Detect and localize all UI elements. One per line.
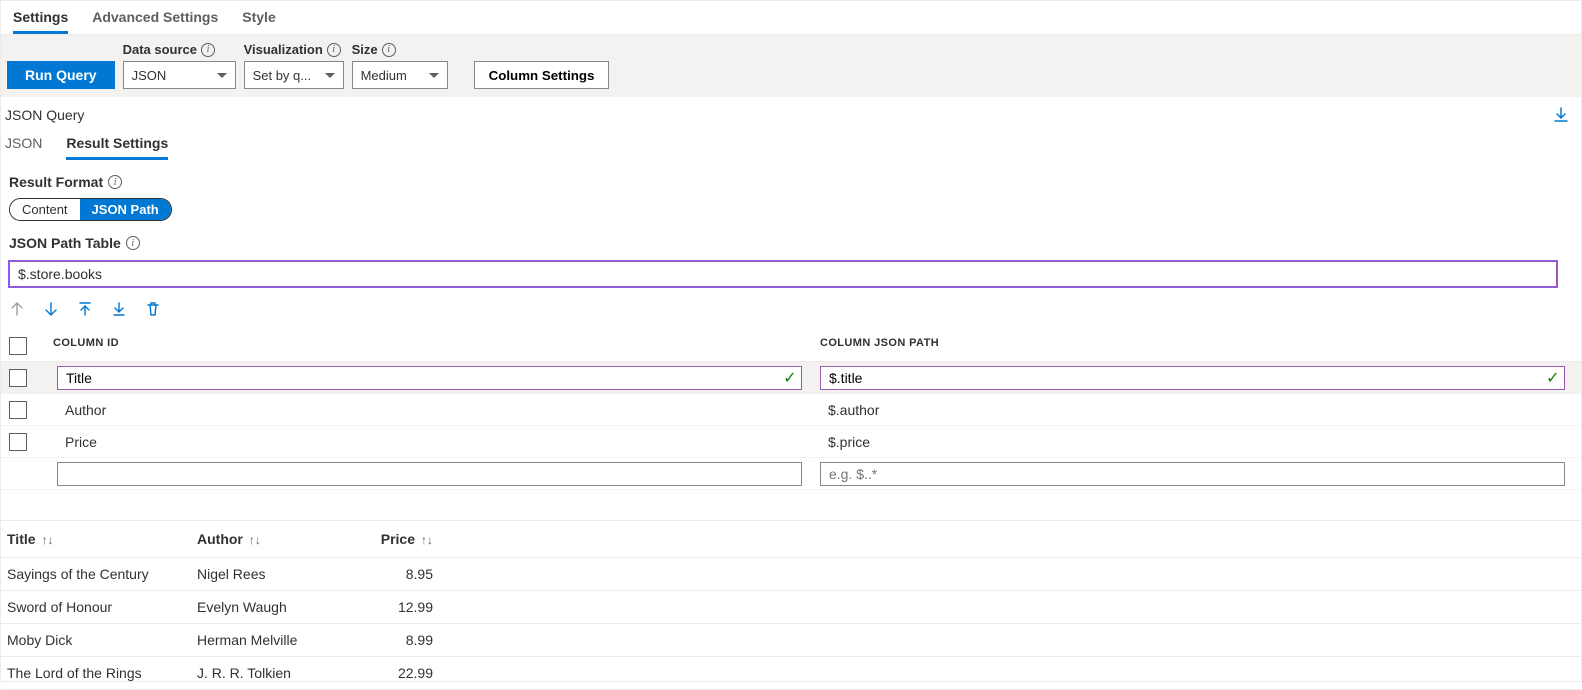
row-checkbox[interactable] — [9, 401, 27, 419]
result-row: Sayings of the Century Nigel Rees 8.95 — [1, 558, 1581, 591]
cell-title: Sword of Honour — [7, 599, 197, 615]
chevron-down-icon — [217, 73, 227, 78]
tab-advanced-settings[interactable]: Advanced Settings — [92, 9, 218, 34]
visualization-select[interactable]: Set by q... — [244, 61, 344, 89]
cell-price: 22.99 — [357, 665, 437, 681]
result-format-label: Result Format i — [9, 174, 1573, 190]
column-path-header: COLUMN JSON PATH — [820, 337, 1573, 355]
cell-author: Evelyn Waugh — [197, 599, 357, 615]
result-format-content[interactable]: Content — [10, 199, 80, 220]
row-action-bar — [1, 287, 1581, 331]
new-column-id-input[interactable] — [57, 462, 802, 486]
result-row: The Lord of the Rings J. R. R. Tolkien 2… — [1, 657, 1581, 690]
column-def-row[interactable]: Author $.author — [1, 394, 1581, 426]
cell-title: Moby Dick — [7, 632, 197, 648]
size-select[interactable]: Medium — [352, 61, 448, 89]
info-icon[interactable]: i — [108, 175, 122, 189]
select-all-checkbox[interactable] — [9, 337, 27, 355]
move-up-icon[interactable] — [9, 301, 25, 317]
tab-json[interactable]: JSON — [5, 135, 42, 160]
chevron-down-icon — [325, 73, 335, 78]
column-def-new-row — [1, 458, 1581, 490]
tab-style[interactable]: Style — [242, 9, 275, 34]
cell-title: Sayings of the Century — [7, 566, 197, 582]
cell-price: 12.99 — [357, 599, 437, 615]
cell-price: 8.95 — [357, 566, 437, 582]
toolbar: Run Query Data source i JSON Visualizati… — [1, 35, 1581, 97]
visualization-label: Visualization i — [244, 42, 344, 59]
tab-settings[interactable]: Settings — [13, 9, 68, 34]
result-row: Moby Dick Herman Melville 8.99 — [1, 624, 1581, 657]
move-to-top-icon[interactable] — [77, 301, 93, 317]
column-path-input[interactable] — [820, 366, 1565, 390]
json-path-table-label: JSON Path Table i — [9, 235, 1573, 251]
json-path-table-input[interactable] — [9, 261, 1557, 287]
result-table: Title↑↓ Author↑↓ Price↑↓ Sayings of the … — [1, 520, 1581, 690]
sort-icon[interactable]: ↑↓ — [42, 533, 54, 547]
column-path-value: $.price — [820, 434, 1573, 450]
info-icon[interactable]: i — [201, 43, 215, 57]
row-checkbox[interactable] — [9, 433, 27, 451]
cell-title: The Lord of the Rings — [7, 665, 197, 681]
sub-tabs: JSON Result Settings — [1, 123, 1581, 160]
result-col-price[interactable]: Price↑↓ — [357, 531, 437, 547]
column-id-value: Author — [57, 402, 810, 418]
cell-author: Nigel Rees — [197, 566, 357, 582]
column-def-row[interactable]: Price $.price — [1, 426, 1581, 458]
download-icon[interactable] — [1553, 107, 1569, 123]
cell-author: J. R. R. Tolkien — [197, 665, 357, 681]
column-def-row[interactable]: ✓ ✓ — [1, 362, 1581, 394]
column-path-value: $.author — [820, 402, 1573, 418]
result-col-author[interactable]: Author↑↓ — [197, 531, 357, 547]
cell-author: Herman Melville — [197, 632, 357, 648]
row-checkbox[interactable] — [9, 369, 27, 387]
result-format-toggle: Content JSON Path — [9, 198, 172, 221]
valid-check-icon: ✓ — [783, 368, 796, 388]
info-icon[interactable]: i — [327, 43, 341, 57]
size-label: Size i — [352, 42, 448, 59]
move-to-bottom-icon[interactable] — [111, 301, 127, 317]
valid-check-icon: ✓ — [1546, 368, 1559, 388]
sort-icon[interactable]: ↑↓ — [421, 533, 433, 547]
info-icon[interactable]: i — [126, 236, 140, 250]
data-source-label: Data source i — [123, 42, 236, 59]
data-source-select[interactable]: JSON — [123, 61, 236, 89]
delete-icon[interactable] — [145, 301, 161, 317]
result-format-json-path[interactable]: JSON Path — [80, 199, 171, 220]
chevron-down-icon — [429, 73, 439, 78]
column-id-header: COLUMN ID — [53, 337, 810, 355]
cell-price: 8.99 — [357, 632, 437, 648]
info-icon[interactable]: i — [382, 43, 396, 57]
new-column-path-input[interactable] — [820, 462, 1565, 486]
top-tabs: Settings Advanced Settings Style — [1, 1, 1581, 35]
move-down-icon[interactable] — [43, 301, 59, 317]
column-id-value: Price — [57, 434, 810, 450]
column-def-table: COLUMN ID COLUMN JSON PATH ✓ ✓ Author $.… — [1, 331, 1581, 490]
json-query-label: JSON Query — [5, 107, 84, 123]
run-query-button[interactable]: Run Query — [7, 61, 115, 89]
result-col-title[interactable]: Title↑↓ — [7, 531, 197, 547]
column-id-input[interactable] — [57, 366, 802, 390]
sort-icon[interactable]: ↑↓ — [249, 533, 261, 547]
tab-result-settings[interactable]: Result Settings — [66, 135, 168, 160]
column-settings-button[interactable]: Column Settings — [474, 61, 610, 89]
result-row: Sword of Honour Evelyn Waugh 12.99 — [1, 591, 1581, 624]
